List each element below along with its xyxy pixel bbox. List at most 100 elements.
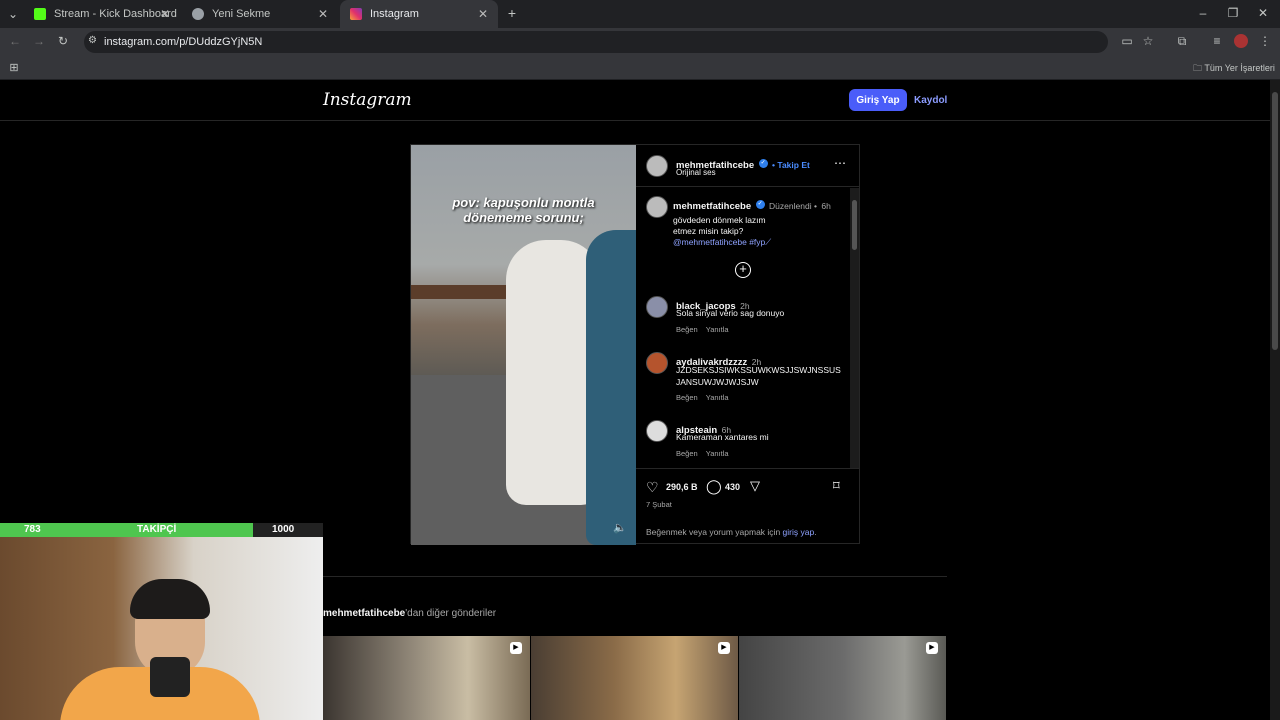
microphone <box>150 657 190 697</box>
minimize-icon[interactable]: – <box>1196 6 1210 20</box>
login-prompt: Beğenmek veya yorum yapmak için giriş ya… <box>646 527 817 537</box>
follower-goal-bar: 783 TAKİPÇİ 1000 <box>0 523 323 537</box>
post-card: pov: kapuşonlu montla dönememe sorunu; 🔈… <box>410 144 860 545</box>
new-tab-icon[interactable]: + <box>505 6 519 20</box>
more-posts-grid: ▶ ▶ ▶ <box>323 636 947 720</box>
reply-link[interactable]: Yanıtla <box>706 393 729 402</box>
tab-title: Instagram <box>370 8 419 20</box>
post-thumbnail[interactable]: ▶ <box>323 636 530 720</box>
comments-list: mehmetfatihcebe ✓ Düzenlendi • 6h gövded… <box>636 188 859 468</box>
post-thumbnail[interactable]: ▶ <box>531 636 738 720</box>
more-options-icon[interactable]: ⋯ <box>834 156 846 170</box>
follow-link[interactable]: • Takip Et <box>772 160 810 170</box>
cast-icon[interactable]: ▭ <box>1120 34 1134 48</box>
bookmarks-bar: ⊞ 🗀 Tüm Yer İşaretleri <box>0 56 1280 80</box>
close-icon[interactable]: ✕ <box>318 7 328 21</box>
post-thumbnail[interactable]: ▶ <box>739 636 946 720</box>
tab-instagram[interactable]: Instagram ✕ <box>340 0 498 28</box>
comment-text: Sola sinyal verio sag donuyo <box>676 308 785 318</box>
caption-tags[interactable]: @mehmetfatihcebe #fyp⟋ <box>673 237 848 248</box>
like-comment-link[interactable]: Beğen <box>676 393 698 402</box>
signup-link[interactable]: Kaydol <box>914 89 947 111</box>
reload-icon[interactable]: ↻ <box>56 34 70 48</box>
reply-link[interactable]: Yanıtla <box>706 325 729 334</box>
reply-link[interactable]: Yanıtla <box>706 449 729 458</box>
login-prompt-link[interactable]: giriş yap <box>783 527 815 537</box>
post-header: mehmetfatihcebe ✓ • Takip Et Orijinal se… <box>636 145 859 187</box>
volume-icon[interactable]: 🔈 <box>613 521 627 534</box>
tab-search-icon[interactable]: ⌄ <box>6 7 20 21</box>
avatar[interactable] <box>646 352 668 374</box>
bookmark-icon[interactable]: ⌑ <box>833 478 840 494</box>
caption-line-1: gövdeden dönmek lazım <box>673 215 766 225</box>
verified-icon: ✓ <box>758 159 768 169</box>
share-icon[interactable]: ▽ <box>750 478 760 494</box>
all-bookmarks-label: Tüm Yer İşaretleri <box>1204 63 1275 73</box>
comment-item: aydalivakrdzzzz 2h JZDSEKSJSIWKSSUWKWSJJ… <box>636 352 850 412</box>
instagram-logo[interactable]: Instagram <box>323 90 412 110</box>
scrollbar-thumb[interactable] <box>852 200 857 250</box>
ig-header: Instagram Giriş Yap Kaydol <box>0 80 1270 121</box>
address-bar[interactable]: ⚙ instagram.com/p/DUddzGYjN5N <box>84 31 1108 53</box>
comment-icon[interactable]: ◯ <box>706 478 722 495</box>
edited-label: Düzenlendi • <box>769 201 817 211</box>
post-video[interactable]: pov: kapuşonlu montla dönememe sorunu; 🔈 <box>411 145 636 545</box>
avatar[interactable] <box>646 155 668 177</box>
video-overlay-text: pov: kapuşonlu montla dönememe sorunu; <box>452 195 595 225</box>
like-comment-link[interactable]: Beğen <box>676 325 698 334</box>
section-divider <box>323 576 947 577</box>
site-info-icon[interactable]: ⚙ <box>88 35 97 46</box>
load-more-comments-icon[interactable]: + <box>735 262 751 278</box>
like-comment-link[interactable]: Beğen <box>676 449 698 458</box>
person-blue-jacket <box>586 230 636 545</box>
comment-item: alpsteain 6h Kameraman xantares mi Beğen… <box>636 420 850 466</box>
post-sidebar: mehmetfatihcebe ✓ • Takip Et Orijinal se… <box>636 145 859 543</box>
kick-icon <box>34 8 46 20</box>
avatar[interactable] <box>646 420 668 442</box>
extensions-icon[interactable]: ⧉ <box>1175 34 1189 48</box>
folder-icon: 🗀 <box>1193 63 1203 73</box>
comment-text: JZDSEKSJSIWKSSUWKWSJJSWJNSSUSJANSUWJWJWJ… <box>676 365 841 387</box>
apps-icon[interactable]: ⊞ <box>7 61 21 75</box>
page-scrollbar[interactable] <box>1270 80 1280 720</box>
media-icon[interactable]: ≡ <box>1210 34 1224 48</box>
login-prompt-period: . <box>814 527 817 537</box>
tab-title: Yeni Sekme <box>212 8 271 20</box>
forward-icon[interactable]: → <box>32 34 46 48</box>
comment-text: Kameraman xantares mi <box>676 432 769 442</box>
heart-icon[interactable]: ♡ <box>646 479 659 496</box>
more-posts-heading: mehmetfatihcebe'dan diğer gönderiler <box>323 608 496 619</box>
close-icon[interactable]: ✕ <box>160 7 170 21</box>
audio-label[interactable]: Orijinal ses <box>676 168 716 177</box>
reel-icon: ▶ <box>718 642 730 654</box>
tab-kick-dashboard[interactable]: Stream - Kick Dashboard ✕ <box>24 0 180 28</box>
avatar[interactable] <box>646 296 668 318</box>
menu-icon[interactable]: ⋮ <box>1258 34 1272 48</box>
comment-count: 430 <box>725 482 741 492</box>
reel-icon: ▶ <box>510 642 522 654</box>
close-icon[interactable]: ✕ <box>478 7 488 21</box>
restore-icon[interactable]: ❐ <box>1226 6 1240 20</box>
star-icon[interactable]: ☆ <box>1141 34 1155 48</box>
tab-new-tab[interactable]: Yeni Sekme ✕ <box>182 0 338 28</box>
streamer-hair <box>130 579 210 619</box>
webcam-feed <box>0 537 323 720</box>
stream-webcam-overlay: 783 TAKİPÇİ 1000 <box>0 523 323 720</box>
follower-goal-label: TAKİPÇİ <box>137 524 177 535</box>
window-close-icon[interactable]: ✕ <box>1256 6 1270 20</box>
comments-scrollbar[interactable] <box>850 188 859 468</box>
caption: mehmetfatihcebe ✓ Düzenlendi • 6h gövded… <box>673 196 848 248</box>
back-icon[interactable]: ← <box>8 34 22 48</box>
all-bookmarks[interactable]: 🗀 Tüm Yer İşaretleri <box>1193 61 1275 77</box>
caption-line-2: etmez misin takip? <box>673 226 744 236</box>
scrollbar-thumb[interactable] <box>1272 92 1278 350</box>
comment-item: black_jacops 2h Sola sinyal verio sag do… <box>636 296 850 346</box>
more-posts-user[interactable]: mehmetfatihcebe <box>323 608 405 619</box>
more-posts-suffix: 'dan diğer gönderiler <box>405 608 497 619</box>
profile-avatar[interactable] <box>1234 34 1248 48</box>
login-prompt-text: Beğenmek veya yorum yapmak için <box>646 527 781 537</box>
url-text: instagram.com/p/DUddzGYjN5N <box>104 36 263 48</box>
avatar[interactable] <box>646 196 668 218</box>
caption-author[interactable]: mehmetfatihcebe <box>673 201 751 212</box>
login-button[interactable]: Giriş Yap <box>849 89 907 111</box>
